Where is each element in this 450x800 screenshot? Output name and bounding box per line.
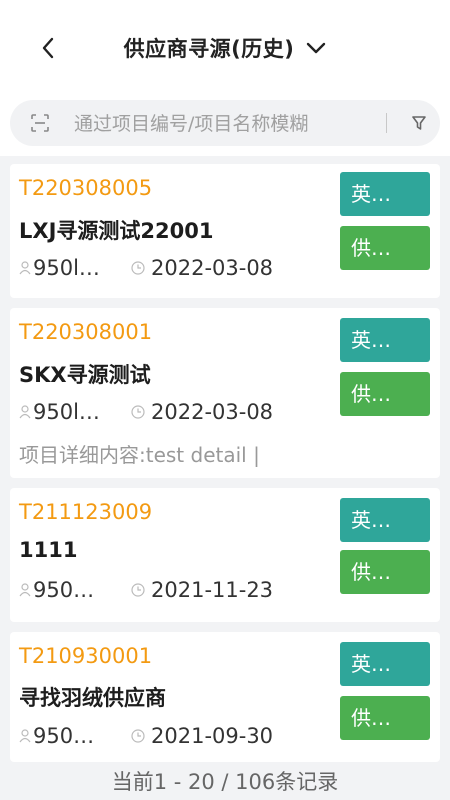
- buyer-label: 950…: [33, 724, 95, 748]
- top-bar: 供应商寻源(历史): [0, 0, 450, 96]
- date-label: 2022-03-08: [151, 400, 274, 424]
- list-item[interactable]: T220308005 LXJ寻源测试22001 950l… 2022-03-08…: [10, 164, 440, 298]
- tag-button-1[interactable]: 英…: [340, 318, 430, 362]
- filter-icon[interactable]: [410, 114, 428, 132]
- clock-icon: [131, 261, 145, 275]
- user-icon: [19, 583, 31, 597]
- tag-button-1[interactable]: 英…: [340, 498, 430, 542]
- project-code: T210930001: [19, 644, 153, 668]
- project-meta: 950… 2021-11-23: [19, 576, 273, 604]
- scan-icon[interactable]: [30, 113, 50, 133]
- search-input[interactable]: [72, 108, 376, 140]
- tag-button-1[interactable]: 英…: [340, 642, 430, 686]
- project-meta: 950l… 2022-03-08: [19, 254, 273, 282]
- user-icon: [19, 261, 31, 275]
- title-dropdown[interactable]: 供应商寻源(历史): [0, 30, 450, 66]
- project-name: 寻找羽绒供应商: [19, 686, 166, 710]
- page-title: 供应商寻源(历史): [123, 37, 295, 61]
- list-item[interactable]: T211123009 1111 950… 2021-11-23 英… 供…: [10, 488, 440, 622]
- user-icon: [19, 729, 31, 743]
- pagination-label: 当前1 - 20 / 106条记录: [111, 770, 339, 794]
- list-item[interactable]: T210930001 寻找羽绒供应商 950… 2021-09-30 英… 供…: [10, 632, 440, 762]
- project-code: T220308001: [19, 320, 153, 344]
- date-label: 2021-11-23: [151, 578, 274, 602]
- clock-icon: [131, 583, 145, 597]
- buyer-label: 950l…: [33, 256, 100, 280]
- project-code: T211123009: [19, 500, 153, 524]
- date-label: 2022-03-08: [151, 256, 274, 280]
- search-divider: [386, 113, 387, 133]
- list-item[interactable]: T220308001 SKX寻源测试 950l… 2022-03-08 项目详细…: [10, 308, 440, 478]
- buyer-label: 950l…: [33, 400, 100, 424]
- tag-button-1[interactable]: 英…: [340, 172, 430, 216]
- tag-button-2[interactable]: 供…: [340, 372, 430, 416]
- clock-icon: [131, 729, 145, 743]
- project-meta: 950… 2021-09-30: [19, 722, 273, 750]
- search-box: [10, 100, 440, 146]
- clock-icon: [131, 405, 145, 419]
- tag-button-2[interactable]: 供…: [340, 696, 430, 740]
- project-detail: 项目详细内容:test detail |: [19, 443, 260, 467]
- project-name: 1111: [19, 538, 78, 562]
- user-icon: [19, 405, 31, 419]
- date-label: 2021-09-30: [151, 724, 274, 748]
- buyer-label: 950…: [33, 578, 95, 602]
- project-code: T220308005: [19, 176, 153, 200]
- project-name: LXJ寻源测试22001: [19, 219, 214, 243]
- tag-button-2[interactable]: 供…: [340, 550, 430, 594]
- project-meta: 950l… 2022-03-08: [19, 398, 273, 426]
- tag-button-2[interactable]: 供…: [340, 226, 430, 270]
- project-name: SKX寻源测试: [19, 363, 151, 387]
- search-bar: [0, 96, 450, 156]
- chevron-down-icon: [307, 42, 326, 54]
- pagination-footer: 当前1 - 20 / 106条记录: [0, 762, 450, 800]
